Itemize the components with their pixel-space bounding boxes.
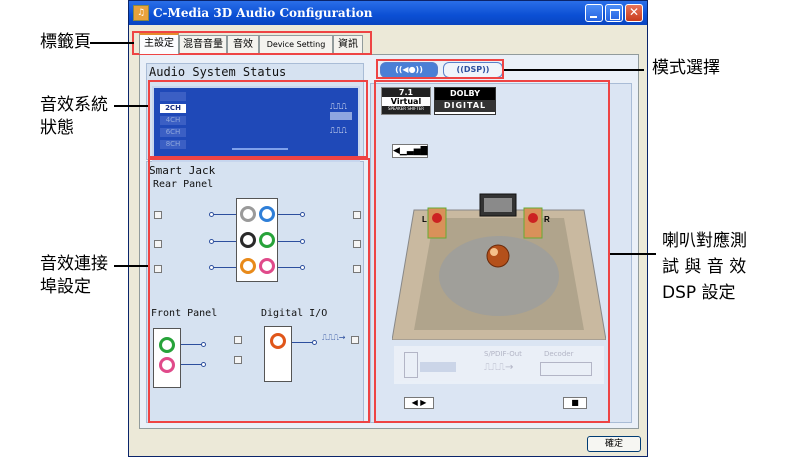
app-icon: ♫ <box>133 5 149 21</box>
annotation-speaker-test-line3: DSP 設定 <box>662 283 736 303</box>
highlight-speaker-dsp <box>374 80 610 423</box>
tab-page-leader <box>90 42 134 44</box>
annotation-speaker-test-line1: 喇叭對應測 <box>662 231 747 251</box>
annotation-speaker-test-line2: 試 與 音 效 <box>662 257 747 277</box>
maximize-icon <box>610 9 620 20</box>
highlight-audio-status <box>148 80 368 158</box>
ok-button[interactable]: 確定 <box>587 436 641 452</box>
audio-status-leader <box>114 105 148 107</box>
tab-main-settings[interactable]: 主設定 <box>139 33 179 54</box>
mode-select-leader <box>504 69 644 71</box>
annotation-connector-line2: 埠設定 <box>40 277 91 297</box>
connector-setting-leader <box>114 265 148 267</box>
close-button[interactable]: ✕ <box>625 4 643 22</box>
annotation-mode-select: 模式選擇 <box>652 58 720 78</box>
window-title: C-Media 3D Audio Configuration <box>153 6 373 20</box>
highlight-mode <box>376 59 504 79</box>
annotation-audio-status-line1: 音效系統 <box>40 95 108 115</box>
title-bar[interactable]: ♫ C-Media 3D Audio Configuration ✕ <box>129 1 647 25</box>
annotation-connector-line1: 音效連接 <box>40 254 108 274</box>
close-icon: ✕ <box>628 5 640 19</box>
annotation-audio-status-line2: 狀態 <box>40 118 74 138</box>
highlight-smart-jack <box>148 158 370 423</box>
minimize-icon <box>590 16 597 18</box>
audio-status-title: Audio System Status <box>149 65 287 79</box>
minimize-button[interactable] <box>585 4 603 22</box>
maximize-button[interactable] <box>605 4 623 22</box>
speaker-test-leader <box>610 253 656 255</box>
annotation-tab-page: 標籤頁 <box>40 32 91 52</box>
